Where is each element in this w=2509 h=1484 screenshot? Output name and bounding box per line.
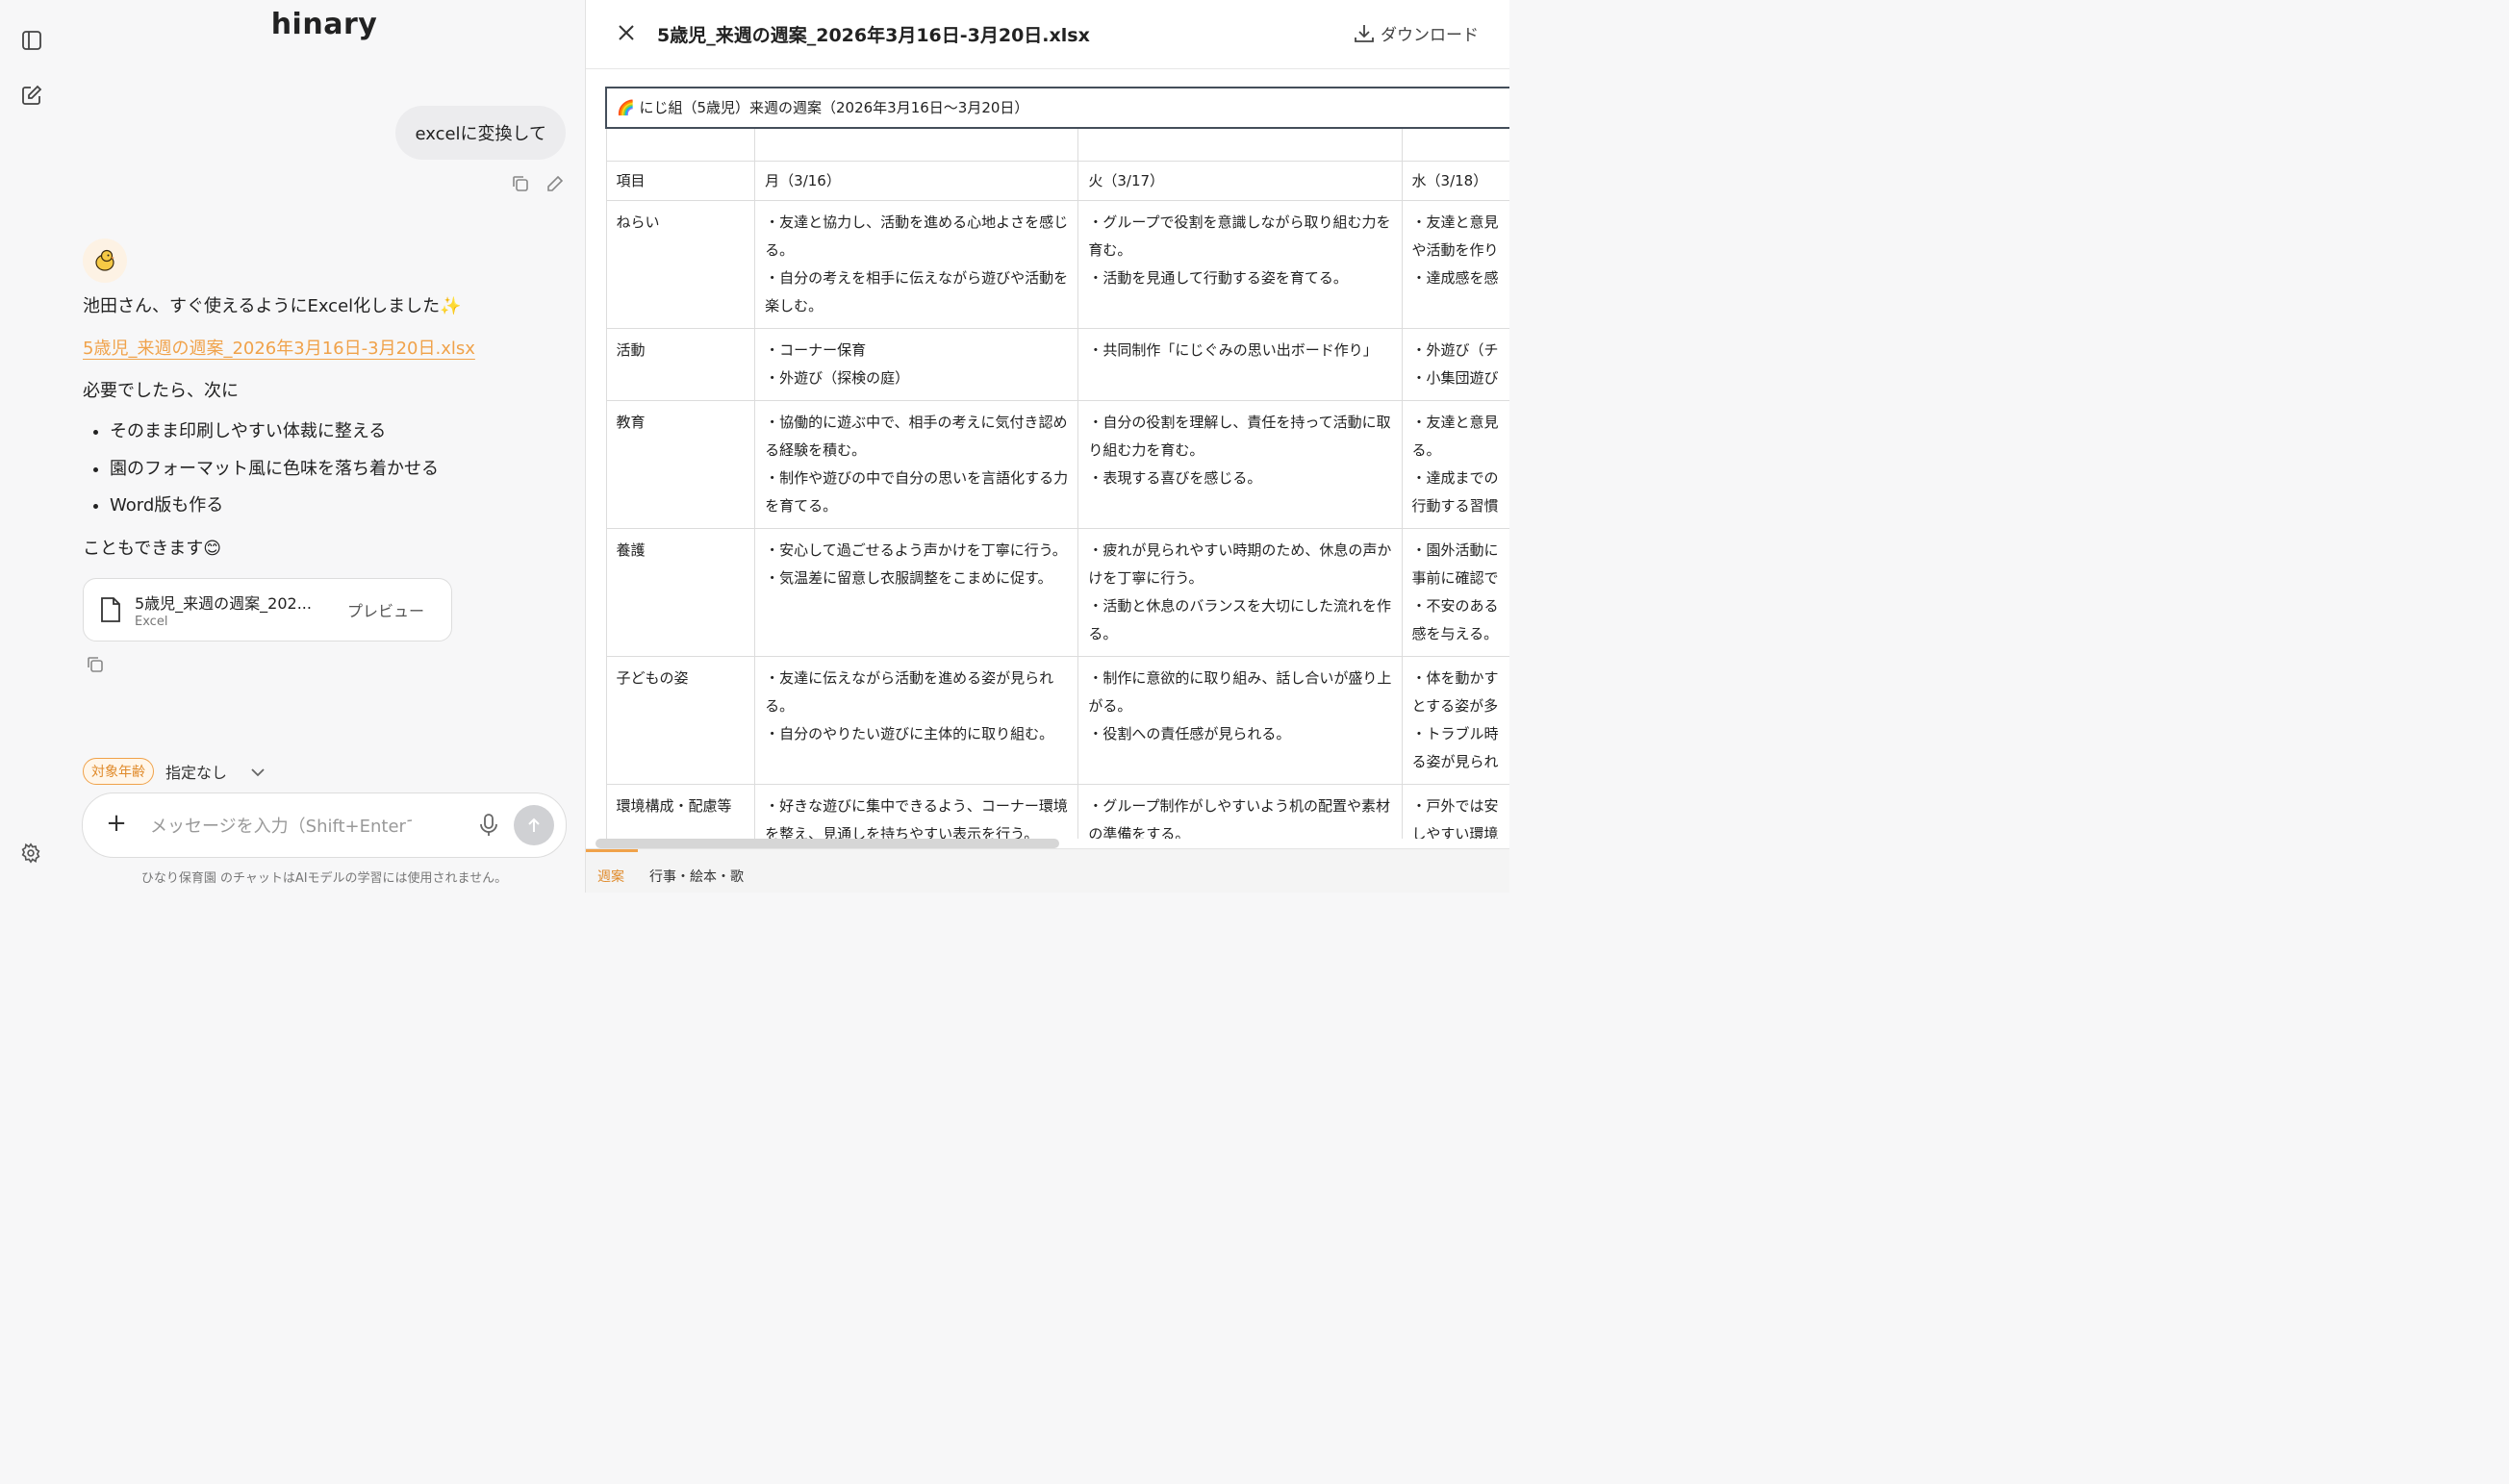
header-cell[interactable]: 火（3/17） — [1077, 161, 1403, 201]
table-cell[interactable]: ・制作に意欲的に取り組み、話し合いが盛り上がる。 ・役割への責任感が見られる。 — [1077, 656, 1403, 785]
brand-logo: hinary — [270, 8, 378, 41]
table-cell[interactable]: ・安心して過ごせるよう声かけを丁寧に行う。 ・気温差に留意し衣服調整をこまめに促… — [754, 528, 1079, 657]
panel-header: 5歳児_来週の週案_2026年3月16日-3月20日.xlsx ダウンロード — [586, 0, 1509, 69]
chat-area: hinary excelに変換して 池田さん、すぐ使えるようにExcel化しまし… — [63, 0, 585, 893]
horizontal-scrollbar[interactable] — [596, 839, 1059, 848]
close-icon[interactable] — [617, 23, 638, 44]
chevron-down-icon[interactable] — [250, 763, 266, 781]
table-cell[interactable] — [1077, 127, 1403, 162]
sheet-title-cell[interactable]: 🌈 にじ組（5歳児）来週の週案（2026年3月16日〜3月20日） — [605, 87, 1509, 129]
age-selector[interactable]: 対象年齢 指定なし — [83, 758, 266, 785]
table-row: ねらい ・友達と協力し、活動を進める心地よさを感じる。 ・自分の考えを相手に伝えな… — [605, 200, 1509, 329]
pencil-icon[interactable] — [545, 173, 566, 194]
suggestion-list: そのまま印刷しやすい体裁に整える 園のフォーマット風に色味を落ち着かせる Wor… — [83, 412, 439, 523]
table-cell[interactable]: 教育 — [605, 400, 756, 529]
table-cell[interactable]: 子どもの姿 — [605, 656, 756, 785]
edit-icon[interactable] — [20, 84, 43, 107]
sheet-tab[interactable]: 週案 — [597, 867, 624, 886]
table-cell[interactable]: ・体を動かす とする姿が多 ・トラブル時 る姿が見られ — [1401, 656, 1509, 785]
table-cell[interactable] — [1401, 127, 1509, 162]
table-cell[interactable]: ・友達と意見 る。 ・達成までの 行動する習慣 — [1401, 400, 1509, 529]
plus-icon[interactable]: + — [102, 809, 131, 838]
header-cell[interactable]: 月（3/16） — [754, 161, 1079, 201]
spreadsheet-table: 🌈 にじ組（5歳児）来週の週案（2026年3月16日〜3月20日） 項目 月（3… — [605, 87, 1509, 839]
reply-line: 必要でしたら、次に — [83, 381, 239, 401]
microphone-icon[interactable] — [477, 813, 500, 838]
table-row — [605, 127, 1509, 162]
table-cell[interactable]: ・戸外では安 しやすい環境 ・小集団遊び — [1401, 784, 1509, 839]
header-cell[interactable]: 項目 — [605, 161, 756, 201]
left-rail — [0, 0, 63, 893]
file-link[interactable]: 5歳児_来週の週案_2026年3月16日-3月20日.xlsx — [83, 335, 475, 360]
send-button[interactable] — [514, 805, 554, 845]
list-item: 園のフォーマット風に色味を落ち着かせる — [110, 449, 439, 487]
gear-icon[interactable] — [20, 843, 41, 864]
table-cell[interactable]: ・コーナー保育 ・外遊び（探検の庭） — [754, 328, 1079, 401]
table-row: 養護 ・安心して過ごせるよう声かけを丁寧に行う。 ・気温差に留意し衣服調整をこまめ… — [605, 528, 1509, 657]
table-cell[interactable]: ・友達と意見 や活動を作り ・達成感を感 — [1401, 200, 1509, 329]
active-tab-indicator — [586, 849, 638, 852]
panel-title: 5歳児_来週の週案_2026年3月16日-3月20日.xlsx — [657, 25, 1090, 46]
table-cell[interactable]: ・共同制作「にじぐみの思い出ボード作り」 — [1077, 328, 1403, 401]
user-message-bubble: excelに変換して — [395, 106, 566, 160]
download-label: ダウンロード — [1381, 26, 1479, 45]
message-composer: + — [82, 792, 567, 858]
file-icon — [101, 597, 120, 622]
table-row: 環境構成・配慮等 ・好きな遊びに集中できるよう、コーナー環境を整え、見通しを持ちや… — [605, 784, 1509, 839]
user-message-actions — [510, 173, 566, 194]
list-item: Word版も作る — [110, 486, 439, 523]
copy-icon[interactable] — [510, 173, 531, 194]
assistant-avatar — [83, 239, 127, 283]
table-row: 教育 ・協働的に遊ぶ中で、相手の考えに気付き認める経験を積む。 ・制作や遊びの中で… — [605, 400, 1509, 529]
chick-icon — [95, 249, 114, 271]
file-card[interactable]: 5歳児_来週の週案_202... Excel プレビュー — [83, 578, 452, 641]
copy-icon[interactable] — [86, 655, 107, 676]
table-cell[interactable] — [605, 127, 756, 162]
download-button[interactable]: ダウンロード — [1354, 21, 1479, 45]
age-value[interactable]: 指定なし — [165, 760, 227, 783]
file-name: 5歳児_来週の週案_202... — [135, 594, 312, 613]
table-cell[interactable]: ・外遊び（チ ・小集団遊び — [1401, 328, 1509, 401]
table-row: 子どもの姿 ・友達に伝えながら活動を進める姿が見られる。 ・自分のやりたい遊びに主… — [605, 656, 1509, 785]
table-cell[interactable]: ねらい — [605, 200, 756, 329]
table-cell[interactable]: ・グループで役割を意識しながら取り組む力を育む。 ・活動を見通して行動する姿を育… — [1077, 200, 1403, 329]
table-cell[interactable]: 養護 — [605, 528, 756, 657]
download-icon — [1355, 24, 1374, 42]
table-cell[interactable]: 環境構成・配慮等 — [605, 784, 756, 839]
age-badge: 対象年齢 — [83, 758, 154, 785]
table-cell[interactable]: ・友達と協力し、活動を進める心地よさを感じる。 ・自分の考えを相手に伝えながら遊… — [754, 200, 1079, 329]
table-cell[interactable]: 活動 — [605, 328, 756, 401]
list-item: そのまま印刷しやすい体裁に整える — [110, 412, 439, 449]
file-type: Excel — [135, 615, 168, 629]
header-cell[interactable]: 水（3/18） — [1401, 161, 1509, 201]
table-cell[interactable]: ・友達に伝えながら活動を進める姿が見られる。 ・自分のやりたい遊びに主体的に取り… — [754, 656, 1079, 785]
preview-button[interactable]: プレビュー — [347, 598, 424, 621]
table-cell[interactable]: ・好きな遊びに集中できるよう、コーナー環境を整え、見通しを持ちやすい表示を行う。 — [754, 784, 1079, 839]
header-row: 項目 月（3/16） 火（3/17） 水（3/18） — [605, 161, 1509, 201]
sheet-tabs: 週案 行事・絵本・歌 — [586, 848, 1509, 893]
message-input[interactable] — [148, 811, 414, 842]
table-cell[interactable]: ・協働的に遊ぶ中で、相手の考えに気付き認める経験を積む。 ・制作や遊びの中で自分… — [754, 400, 1079, 529]
sidebar-panel-icon[interactable] — [20, 29, 43, 52]
reply-line: 池田さん、すぐ使えるようにExcel化しました✨ — [83, 296, 462, 316]
table-cell[interactable]: ・自分の役割を理解し、責任を持って活動に取り組む力を育む。 ・表現する喜びを感じ… — [1077, 400, 1403, 529]
sheet-tab[interactable]: 行事・絵本・歌 — [649, 867, 744, 886]
table-cell[interactable]: ・グループ制作がしやすいよう机の配置や素材の準備をする。 ・見通しを持てるよう工… — [1077, 784, 1403, 839]
arrow-up-icon — [528, 817, 540, 832]
disclaimer: ひなり保育園 のチャットはAIモデルの学習には使用されません。 — [140, 871, 508, 886]
table-row: 🌈 にじ組（5歳児）来週の週案（2026年3月16日〜3月20日） — [605, 87, 1509, 129]
reply-line: こともできます😊 — [83, 539, 222, 559]
table-row: 活動 ・コーナー保育 ・外遊び（探検の庭） ・共同制作「にじぐみの思い出ボード作り」… — [605, 328, 1509, 401]
table-cell[interactable] — [754, 127, 1079, 162]
table-cell[interactable]: ・疲れが見られやすい時期のため、休息の声かけを丁寧に行う。 ・活動と休息のバラン… — [1077, 528, 1403, 657]
file-preview-panel: 5歳児_来週の週案_2026年3月16日-3月20日.xlsx ダウンロード 🌈… — [585, 0, 1509, 893]
spreadsheet-view[interactable]: 🌈 にじ組（5歳児）来週の週案（2026年3月16日〜3月20日） 項目 月（3… — [605, 87, 1509, 839]
table-cell[interactable]: ・園外活動に 事前に確認で ・不安のある 感を与える。 — [1401, 528, 1509, 657]
